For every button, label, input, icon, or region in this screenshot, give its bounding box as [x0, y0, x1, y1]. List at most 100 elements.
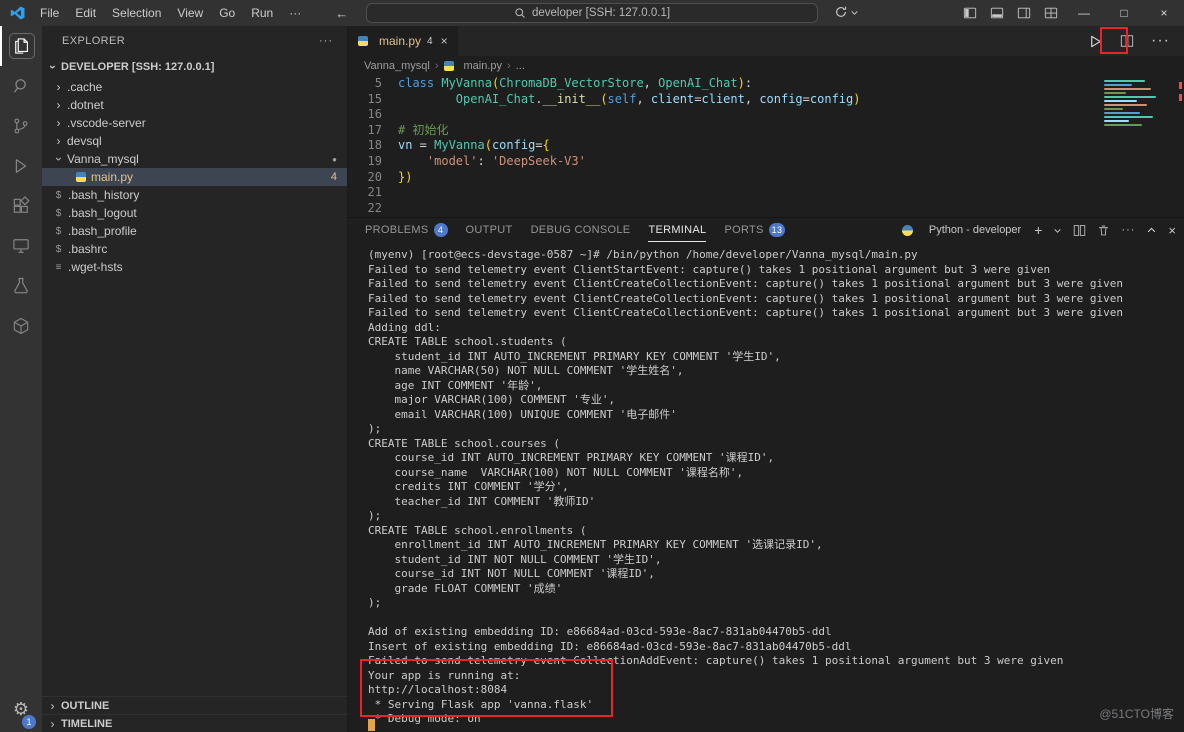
panel-tab-debug-console[interactable]: DEBUG CONSOLE [531, 218, 631, 242]
toggle-secondary-sidebar-icon[interactable] [1010, 0, 1037, 26]
terminal-line: student_id INT NOT NULL COMMENT '学生ID', [368, 553, 1184, 568]
split-editor-icon[interactable] [1120, 34, 1134, 48]
terminal-line: ); [368, 596, 1184, 611]
menu-bar: FileEditSelectionViewGoRun··· [32, 0, 309, 26]
menu-go[interactable]: Go [211, 0, 243, 26]
customize-layout-icon[interactable] [1037, 0, 1064, 26]
extensions-icon[interactable] [0, 186, 42, 226]
tree-item--dotnet[interactable]: ›.dotnet [42, 96, 347, 114]
terminal-profile-label[interactable]: Python - developer [929, 224, 1021, 236]
sidebar-title-row: EXPLORER ··· [42, 26, 347, 56]
terminal-dropdown-icon[interactable] [1053, 226, 1062, 235]
chevron-right-icon: › [52, 116, 65, 130]
terminal-line [368, 611, 1184, 626]
chevron-right-icon: › [52, 134, 65, 148]
containers-icon[interactable] [0, 306, 42, 346]
tree-item--vscode-server[interactable]: ›.vscode-server [42, 114, 347, 132]
file-name: Vanna_mysql [67, 152, 139, 166]
timeline-section[interactable]: › TIMELINE [42, 714, 347, 732]
menu-selection[interactable]: Selection [104, 0, 169, 26]
run-debug-icon[interactable] [0, 146, 42, 186]
shell-file-icon: $ [52, 226, 65, 237]
remote-explorer-icon[interactable] [0, 226, 42, 266]
toggle-sidebar-icon[interactable] [956, 0, 983, 26]
breadcrumb-separator-icon: › [507, 60, 511, 72]
new-terminal-icon[interactable]: + [1034, 222, 1042, 238]
line-number: 17 [348, 123, 382, 139]
breadcrumb-item[interactable]: Vanna_mysql [364, 60, 430, 72]
line-number: 16 [348, 107, 382, 123]
python-file-icon [444, 61, 454, 71]
explorer-icon[interactable] [0, 26, 42, 66]
python-file-icon [358, 36, 368, 46]
command-center-search[interactable]: developer [SSH: 127.0.0.1] [366, 3, 818, 23]
tree-item--cache[interactable]: ›.cache [42, 78, 347, 96]
maximize-button[interactable]: □ [1104, 0, 1144, 26]
explorer-section-header[interactable]: › DEVELOPER [SSH: 127.0.0.1] [42, 56, 347, 78]
close-panel-icon[interactable]: × [1168, 223, 1176, 238]
testing-icon[interactable] [0, 266, 42, 306]
editor-group: main.py 4 × ··· Vanna_mysql›main.py›... … [348, 26, 1184, 732]
terminal-line: CREATE TABLE school.students ( [368, 335, 1184, 350]
menu-run[interactable]: Run [243, 0, 281, 26]
panel-tab-ports[interactable]: PORTS13 [724, 218, 785, 242]
tree-item-main-py[interactable]: main.py4 [42, 168, 347, 186]
tree-item--bash-logout[interactable]: $.bash_logout [42, 204, 347, 222]
outline-section[interactable]: › OUTLINE [42, 696, 347, 714]
menu-file[interactable]: File [32, 0, 67, 26]
tree-item--bashrc[interactable]: $.bashrc [42, 240, 347, 258]
tree-item-vanna-mysql[interactable]: ›Vanna_mysql● [42, 150, 347, 168]
minimize-button[interactable]: — [1064, 0, 1104, 26]
sync-control[interactable] [834, 5, 859, 19]
explorer-more-actions-icon[interactable]: ··· [319, 35, 333, 47]
source-control-icon[interactable] [0, 106, 42, 146]
code-line: }) [398, 170, 1184, 186]
tree-item--bash-profile[interactable]: $.bash_profile [42, 222, 347, 240]
kill-terminal-icon[interactable] [1097, 224, 1110, 237]
menu-view[interactable]: View [169, 0, 211, 26]
run-python-file-button[interactable] [1088, 34, 1103, 49]
more-actions-icon[interactable]: ··· [1151, 32, 1170, 50]
close-window-button[interactable]: × [1144, 0, 1184, 26]
breadcrumb-item[interactable]: main.py [464, 60, 503, 72]
outline-label: OUTLINE [61, 700, 109, 712]
terminal-output[interactable]: (myenv) [root@ecs-devstage-0587 ~]# /bin… [348, 242, 1184, 732]
code-content: class MyVanna(ChromaDB_VectorStore, Open… [398, 76, 1184, 217]
search-icon[interactable] [0, 66, 42, 106]
terminal-line: Your app is running at: [368, 669, 1184, 684]
back-arrow-icon[interactable]: ← [335, 6, 348, 21]
tree-item--bash-history[interactable]: $.bash_history [42, 186, 347, 204]
shell-file-icon: $ [52, 190, 65, 201]
chevron-right-icon: › [52, 80, 65, 94]
terminal-line: major VARCHAR(100) COMMENT '专业', [368, 393, 1184, 408]
settings-gear-icon[interactable]: ⚙ 1 [0, 686, 42, 732]
panel-tab-problems[interactable]: PROBLEMS4 [365, 218, 448, 242]
tree-item-devsql[interactable]: ›devsql [42, 132, 347, 150]
bottom-panel: PROBLEMS4 OUTPUT DEBUG CONSOLE TERMINAL PORT… [348, 217, 1184, 732]
menu-more[interactable]: ··· [281, 0, 309, 26]
close-tab-icon[interactable]: × [441, 34, 448, 48]
code-editor[interactable]: 51516171819202122 class MyVanna(ChromaDB… [348, 76, 1184, 217]
file-name: .wget-hsts [68, 260, 123, 274]
minimap[interactable] [1100, 78, 1184, 217]
tab-main-py[interactable]: main.py 4 × [348, 26, 458, 56]
tree-item--wget-hsts[interactable]: ≡.wget-hsts [42, 258, 347, 276]
breadcrumb: Vanna_mysql›main.py›... [348, 56, 1184, 76]
file-name: .cache [67, 80, 102, 94]
workspace-name: DEVELOPER [SSH: 127.0.0.1] [61, 61, 214, 73]
menu-edit[interactable]: Edit [67, 0, 104, 26]
chevron-right-icon: › [52, 98, 65, 112]
panel-tab-terminal[interactable]: TERMINAL [648, 218, 706, 242]
editor-tab-bar: main.py 4 × ··· [348, 26, 1184, 56]
panel-tab-output[interactable]: OUTPUT [466, 218, 513, 242]
split-terminal-icon[interactable] [1073, 224, 1086, 237]
terminal-line: * Serving Flask app 'vanna.flask' [368, 698, 1184, 713]
file-name: .bash_history [68, 188, 139, 202]
chevron-right-icon: › [46, 717, 59, 731]
code-line: class MyVanna(ChromaDB_VectorStore, Open… [398, 76, 1184, 92]
maximize-panel-icon[interactable] [1146, 225, 1157, 236]
file-tree: ›.cache›.dotnet›.vscode-server›devsql›Va… [42, 78, 347, 696]
toggle-panel-icon[interactable] [983, 0, 1010, 26]
breadcrumb-item[interactable]: ... [516, 60, 525, 72]
panel-more-actions-icon[interactable]: ··· [1121, 224, 1135, 236]
